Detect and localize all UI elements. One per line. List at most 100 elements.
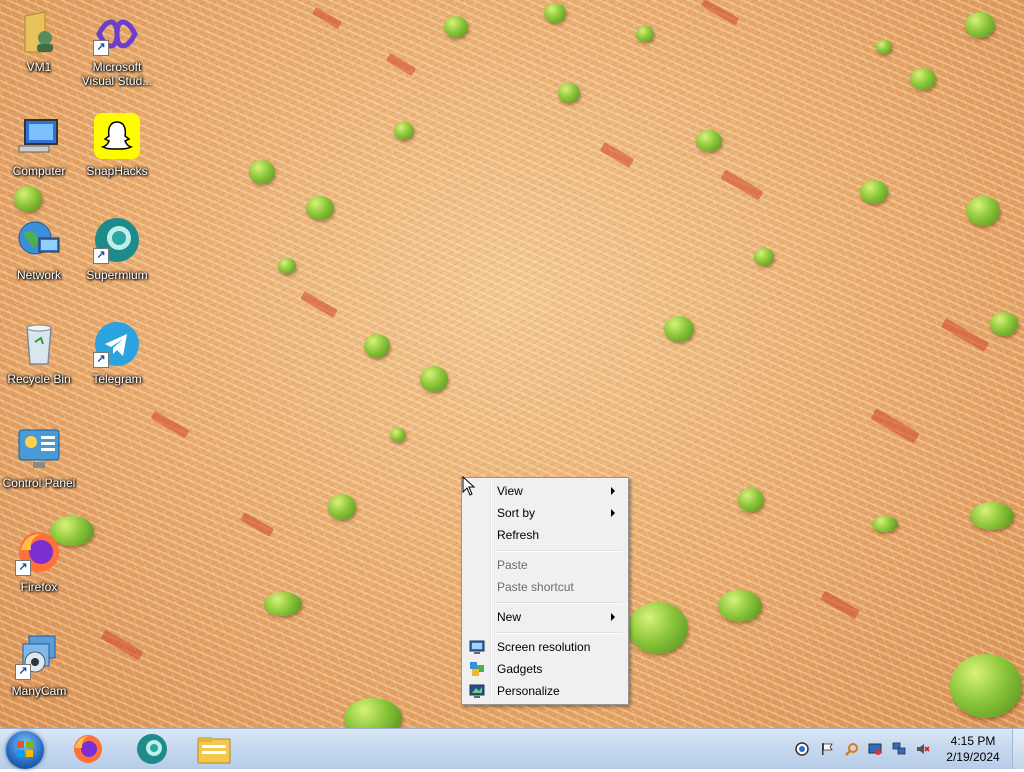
clock-time: 4:15 PM <box>950 734 996 748</box>
taskbar-file-explorer-button[interactable] <box>186 731 242 767</box>
wallpaper-pea <box>264 592 302 616</box>
shortcut-arrow-icon: ↗ <box>93 352 109 368</box>
desktop-icon-label: VM1 <box>26 60 52 74</box>
menu-separator <box>494 602 622 604</box>
wallpaper-fleck <box>385 53 417 76</box>
wallpaper-fleck <box>150 410 190 439</box>
gadgets-icon <box>469 661 485 677</box>
menu-item-gadgets[interactable]: Gadgets <box>465 658 625 680</box>
wallpaper-fleck <box>599 142 635 168</box>
desktop-context-menu: View Sort by Refresh Paste Paste shortcu… <box>461 477 629 705</box>
menu-item-sort-by[interactable]: Sort by <box>465 502 625 524</box>
wallpaper-pea <box>872 516 898 532</box>
firefox-icon: ↗ <box>15 528 63 576</box>
start-button[interactable] <box>6 731 44 769</box>
wallpaper-pea <box>876 40 892 54</box>
wallpaper-pea <box>754 248 774 266</box>
volume-muted-icon[interactable] <box>916 742 930 756</box>
wallpaper-pea <box>390 428 406 442</box>
menu-item-label: View <box>497 484 523 498</box>
desktop-icon-firefox[interactable]: ↗ Firefox <box>0 522 78 618</box>
wallpaper-pea <box>328 494 356 520</box>
desktop-icon-manycam[interactable]: ↗ ManyCam <box>0 626 78 722</box>
menu-item-refresh[interactable]: Refresh <box>465 524 625 546</box>
desktop-icon-telegram[interactable]: ↗ Telegram <box>78 314 156 410</box>
desktop-icon-vm1[interactable]: VM1 <box>0 2 78 98</box>
submenu-arrow-icon <box>611 487 615 495</box>
wallpaper-pea <box>860 180 888 204</box>
menu-item-label: Paste shortcut <box>497 580 574 594</box>
wallpaper-pea <box>718 590 762 622</box>
desktop-icon-label: Network <box>16 268 61 282</box>
desktop-icon-snaphacks[interactable]: SnapHacks <box>78 106 156 202</box>
desktop-icon-label: ManyCam <box>11 684 67 698</box>
manycam-icon: ↗ <box>15 632 63 680</box>
taskbar-supermium-button[interactable] <box>124 731 180 767</box>
shortcut-arrow-icon: ↗ <box>93 40 109 56</box>
mouse-pointer-icon <box>462 476 476 496</box>
wallpaper-pea <box>910 68 936 90</box>
wallpaper-pea <box>696 130 722 152</box>
wallpaper-pea <box>364 334 390 358</box>
menu-item-label: Paste <box>497 558 528 572</box>
network-globe-icon <box>15 216 63 264</box>
search-tray-icon[interactable] <box>845 742 859 756</box>
shortcut-arrow-icon: ↗ <box>93 248 109 264</box>
desktop-icon-visual-studio[interactable]: ↗ Microsoft Visual Stud... <box>78 2 156 98</box>
desktop-icon-recycle-bin[interactable]: Recycle Bin <box>0 314 78 410</box>
wallpaper-pea <box>970 502 1014 530</box>
shortcut-arrow-icon: ↗ <box>15 664 31 680</box>
menu-item-personalize[interactable]: Personalize <box>465 680 625 702</box>
wallpaper-pea <box>664 316 694 342</box>
menu-item-new[interactable]: New <box>465 606 625 628</box>
wallpaper-pea <box>444 16 468 38</box>
network-status-icon[interactable] <box>795 742 809 756</box>
user-folder-icon <box>15 8 63 56</box>
menu-item-label: Personalize <box>497 684 560 698</box>
wallpaper-fleck <box>720 169 764 201</box>
desktop-icon-label: Supermium <box>86 268 148 282</box>
wallpaper-fleck <box>820 590 860 620</box>
clock-date: 2/19/2024 <box>946 750 1000 764</box>
desktop-icon-network[interactable]: Network <box>0 210 78 306</box>
menu-item-view[interactable]: View <box>465 480 625 502</box>
wallpaper-fleck <box>700 0 740 26</box>
desktop-icon-label: Telegram <box>92 372 142 386</box>
action-center-flag-icon[interactable] <box>820 742 834 756</box>
shortcut-arrow-icon: ↗ <box>15 560 31 576</box>
supermium-icon: ↗ <box>93 216 141 264</box>
desktop-icon-label: Computer <box>12 164 66 178</box>
wallpaper-pea <box>394 122 414 140</box>
taskbar-firefox-button[interactable] <box>60 731 116 767</box>
taskbar-clock[interactable]: 4:15 PM 2/19/2024 <box>938 733 1008 765</box>
menu-separator <box>494 632 622 634</box>
menu-item-screen-resolution[interactable]: Screen resolution <box>465 636 625 658</box>
desktop-icon-control-panel[interactable]: Control Panel <box>0 418 78 514</box>
desktop-icon-label: Firefox <box>20 580 58 594</box>
wallpaper-fleck <box>240 512 274 537</box>
desktop-icon-supermium[interactable]: ↗ Supermium <box>78 210 156 306</box>
wallpaper-pea <box>966 196 1000 226</box>
display-tray-icon[interactable] <box>868 742 882 756</box>
supermium-icon <box>137 734 167 764</box>
control-panel-icon <box>15 424 63 472</box>
show-desktop-button[interactable] <box>1012 729 1024 769</box>
desktop-wallpaper[interactable]: VM1 ↗ Microsoft Visual Stud... Computer … <box>0 0 1024 728</box>
wallpaper-pea <box>628 602 688 654</box>
computer-icon <box>15 112 63 160</box>
submenu-arrow-icon <box>611 613 615 621</box>
menu-item-paste: Paste <box>465 554 625 576</box>
menu-item-label: Sort by <box>497 506 536 520</box>
network-tray-icon[interactable] <box>892 742 906 756</box>
wallpaper-pea <box>544 3 566 23</box>
telegram-icon: ↗ <box>93 320 141 368</box>
wallpaper-pea <box>965 12 995 38</box>
desktop-icon-label: Control Panel <box>2 476 76 490</box>
personalize-icon <box>469 683 485 699</box>
wallpaper-pea <box>420 366 448 392</box>
wallpaper-fleck <box>300 291 338 318</box>
desktop-icon-label: Microsoft Visual Stud... <box>81 60 153 88</box>
menu-item-label: Refresh <box>497 528 540 542</box>
desktop-icon-computer[interactable]: Computer <box>0 106 78 202</box>
menu-item-label: New <box>497 610 522 624</box>
